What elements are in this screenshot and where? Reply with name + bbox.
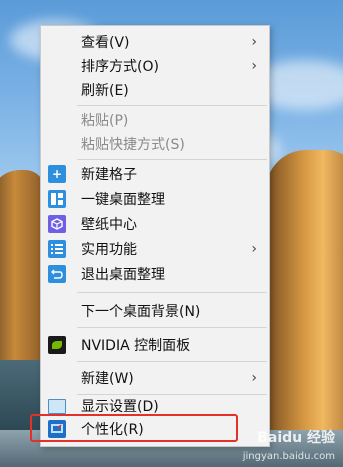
display-icon	[48, 398, 66, 414]
highlight-box	[30, 414, 238, 442]
chevron-right-icon: ›	[251, 370, 257, 386]
menu-item-label: 粘贴(P)	[81, 113, 129, 129]
chevron-right-icon: ›	[251, 241, 257, 257]
menu-separator	[77, 361, 267, 362]
menu-item-label: 查看(V)	[81, 35, 130, 51]
menu-item-next-background[interactable]: 下一个桌面背景(N)	[41, 299, 269, 323]
menu-item-paste[interactable]: 粘贴(P)	[41, 108, 269, 132]
rock-right	[266, 150, 343, 467]
chevron-right-icon: ›	[251, 58, 257, 74]
menu-item-sort-by[interactable]: 排序方式(O) ›	[41, 54, 269, 78]
watermark-url: jingyan.baidu.com	[242, 451, 335, 462]
menu-item-new[interactable]: 新建(W) ›	[41, 366, 269, 390]
menu-item-one-key-organize[interactable]: 一键桌面整理	[41, 187, 269, 211]
chevron-right-icon: ›	[251, 34, 257, 50]
menu-item-label: 退出桌面整理	[81, 267, 165, 283]
menu-item-wallpaper-center[interactable]: 壁纸中心	[41, 212, 269, 236]
menu-item-utilities[interactable]: 实用功能 ›	[41, 237, 269, 261]
menu-item-label: 排序方式(O)	[81, 59, 159, 75]
menu-separator	[77, 327, 267, 328]
menu-item-label: 壁纸中心	[81, 217, 137, 233]
layout-icon	[48, 190, 66, 208]
menu-item-label: 新建格子	[81, 167, 137, 183]
list-icon	[48, 240, 66, 258]
menu-item-nvidia-control-panel[interactable]: NVIDIA 控制面板	[41, 333, 269, 357]
menu-item-label: 下一个桌面背景(N)	[81, 304, 201, 320]
menu-item-view[interactable]: 查看(V) ›	[41, 30, 269, 54]
menu-item-label: 实用功能	[81, 242, 137, 258]
menu-item-label: NVIDIA 控制面板	[81, 338, 191, 354]
menu-item-label: 新建(W)	[81, 371, 134, 387]
menu-item-new-grid[interactable]: + 新建格子	[41, 162, 269, 186]
menu-item-label: 一键桌面整理	[81, 192, 165, 208]
nvidia-icon	[48, 336, 66, 354]
baidu-watermark: Baidu 经验	[257, 430, 335, 446]
menu-separator	[77, 105, 267, 106]
menu-item-refresh[interactable]: 刷新(E)	[41, 78, 269, 102]
menu-separator	[77, 159, 267, 160]
menu-item-label: 粘贴快捷方式(S)	[81, 137, 185, 153]
menu-item-paste-shortcut[interactable]: 粘贴快捷方式(S)	[41, 132, 269, 156]
menu-item-exit-organize[interactable]: 退出桌面整理	[41, 262, 269, 286]
menu-item-label: 显示设置(D)	[81, 399, 159, 415]
return-icon	[48, 265, 66, 283]
plus-icon: +	[48, 165, 66, 183]
menu-item-label: 刷新(E)	[81, 83, 129, 99]
menu-separator	[77, 292, 267, 293]
cube-icon	[48, 215, 66, 233]
desktop-context-menu: 查看(V) › 排序方式(O) › 刷新(E) 粘贴(P) 粘贴快捷方式(S) …	[40, 25, 270, 447]
